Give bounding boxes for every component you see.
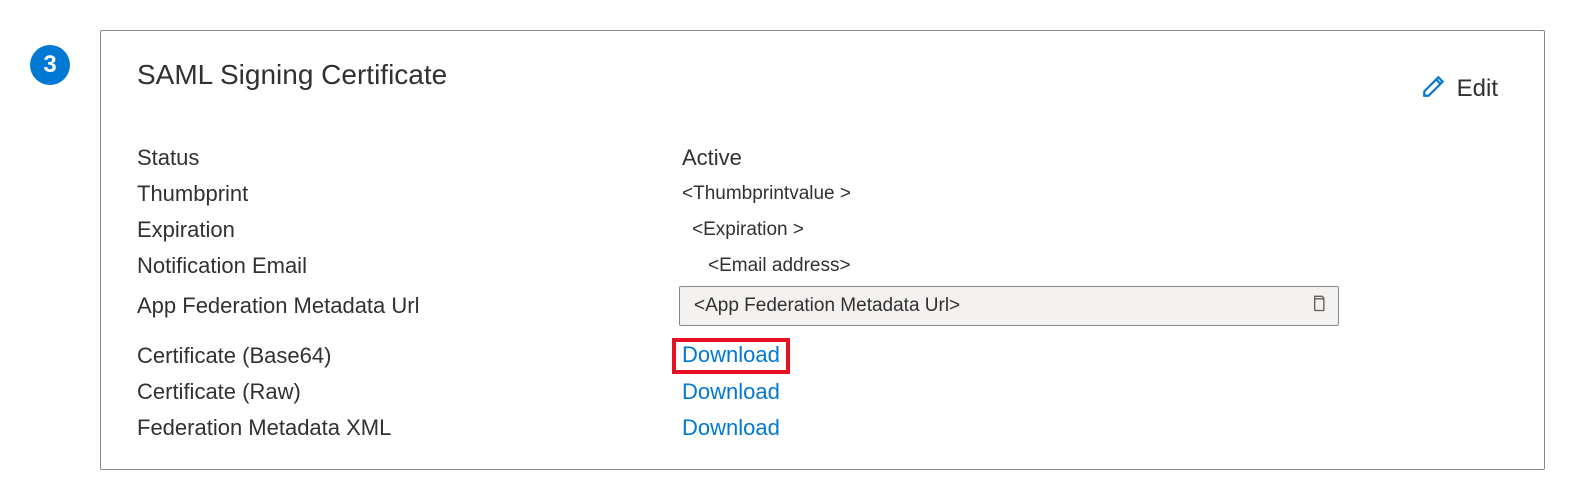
copy-icon[interactable] — [1308, 292, 1328, 320]
card-title: SAML Signing Certificate — [137, 59, 447, 91]
fed-xml-label: Federation Metadata XML — [137, 415, 682, 441]
edit-button-label: Edit — [1457, 75, 1498, 103]
notification-email-value: <Email address> — [682, 255, 1508, 277]
row-expiration: Expiration <Expiration > — [137, 212, 1508, 248]
row-thumbprint: Thumbprint <Thumbprintvalue > — [137, 176, 1508, 212]
cert-raw-label: Certificate (Raw) — [137, 379, 682, 405]
thumbprint-value: <Thumbprintvalue > — [682, 183, 1508, 205]
step-number-badge: 3 — [30, 45, 70, 85]
step-number: 3 — [43, 51, 56, 79]
edit-button[interactable]: Edit — [1421, 73, 1498, 104]
row-cert-raw: Certificate (Raw) Download — [137, 374, 1508, 410]
metadata-url-text: <App Federation Metadata Url> — [694, 295, 1308, 317]
row-fed-xml: Federation Metadata XML Download — [137, 410, 1508, 446]
property-rows: Status Active Thumbprint <Thumbprintvalu… — [137, 140, 1508, 446]
download-cert-base64-link[interactable]: Download — [682, 342, 780, 367]
download-cert-raw-link[interactable]: Download — [682, 379, 780, 404]
download-highlight-box: Download — [672, 338, 790, 374]
notification-email-label: Notification Email — [137, 253, 682, 279]
saml-signing-certificate-card: SAML Signing Certificate Edit Status Act… — [100, 30, 1545, 470]
fed-xml-value: Download — [682, 415, 1508, 441]
row-notification-email: Notification Email <Email address> — [137, 248, 1508, 284]
row-status: Status Active — [137, 140, 1508, 176]
expiration-label: Expiration — [137, 217, 682, 243]
row-metadata-url: App Federation Metadata Url <App Federat… — [137, 284, 1508, 328]
status-label: Status — [137, 145, 682, 171]
metadata-url-label: App Federation Metadata Url — [137, 293, 682, 319]
download-fed-xml-link[interactable]: Download — [682, 415, 780, 440]
cert-base64-label: Certificate (Base64) — [137, 343, 682, 369]
card-header: SAML Signing Certificate Edit — [137, 59, 1508, 104]
cert-raw-value: Download — [682, 379, 1508, 405]
row-cert-base64: Certificate (Base64) Download — [137, 338, 1508, 374]
metadata-url-value-wrap: <App Federation Metadata Url> — [682, 286, 1508, 326]
expiration-value: <Expiration > — [682, 219, 1508, 241]
pencil-icon — [1421, 73, 1447, 104]
cert-base64-value: Download — [682, 338, 1508, 374]
thumbprint-label: Thumbprint — [137, 181, 682, 207]
metadata-url-field[interactable]: <App Federation Metadata Url> — [679, 286, 1339, 326]
status-value: Active — [682, 145, 1508, 171]
